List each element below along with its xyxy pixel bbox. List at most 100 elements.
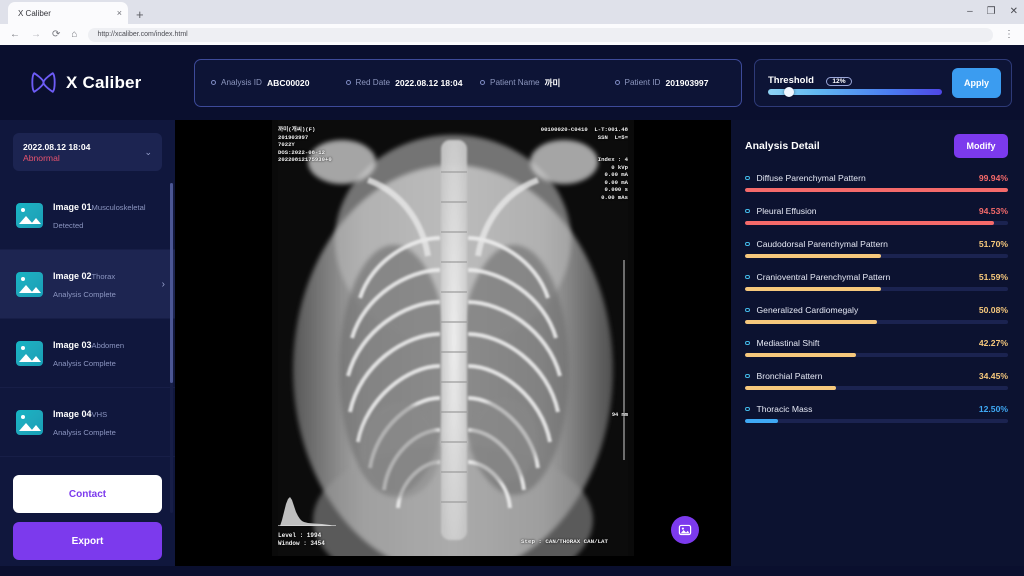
- back-icon[interactable]: ←: [10, 29, 20, 40]
- bullet-icon: [745, 241, 750, 247]
- findings-list: Diffuse Parenchymal Pattern 99.94% Pleural…: [745, 173, 1008, 423]
- meta-patient-name: Patient Name 까미: [468, 77, 603, 89]
- export-button[interactable]: Export: [13, 522, 162, 560]
- finding-row: Generalized Cardiomegaly 50.08%: [745, 305, 1008, 315]
- bullet-icon: [745, 406, 750, 412]
- meta-value: 까미: [544, 77, 561, 88]
- xray-image[interactable]: 까미(개씨)(F) 201903997 7022Y DOS:2022-08-12…: [272, 120, 634, 556]
- new-tab-icon[interactable]: +: [136, 7, 144, 22]
- finding-progress-track: [745, 254, 1008, 258]
- forward-icon[interactable]: →: [31, 29, 41, 40]
- finding-progress-fill: [745, 353, 857, 357]
- threshold-slider-group: Threshold 12%: [768, 70, 942, 97]
- chevron-down-icon: ⌄: [144, 146, 152, 157]
- finding-row: Thoracic Mass 12.50%: [745, 404, 1008, 414]
- xray-viewer[interactable]: 까미(개씨)(F) 201903997 7022Y DOS:2022-08-12…: [175, 120, 731, 566]
- window-close-icon[interactable]: ✕: [1010, 7, 1018, 17]
- finding-progress-fill: [745, 287, 881, 291]
- finding-progress-track: [745, 188, 1008, 192]
- modify-button[interactable]: Modify: [954, 134, 1008, 158]
- xray-overlay-study: 00100020-C0410 L-T:001.48 SSN L=5=: [540, 126, 628, 141]
- finding-item: Generalized Cardiomegaly 50.08%: [745, 305, 1008, 324]
- bullet-icon: [614, 80, 620, 85]
- xcaliber-logo-icon: [30, 69, 57, 96]
- list-item-texts: Image 04VHS Analysis Complete: [53, 404, 165, 440]
- finding-row: Diffuse Parenchymal Pattern 99.94%: [745, 173, 1008, 183]
- xray-overlay-technique: Index : 4 0 kVp 0.00 mA 0.00 mA 0.000 s …: [597, 156, 628, 201]
- list-item[interactable]: Image 02Thorax Analysis Complete ›: [0, 250, 175, 319]
- browser-tabstrip: X Caliber × + – ❐ ✕: [0, 0, 1024, 24]
- list-item-texts: Image 03Abdomen Analysis Complete: [53, 335, 165, 371]
- list-item[interactable]: Image 03Abdomen Analysis Complete: [0, 319, 175, 388]
- finding-progress-track: [745, 353, 1008, 357]
- xray-histogram: [278, 497, 336, 526]
- finding-item: Bronchial Pattern 34.45%: [745, 371, 1008, 390]
- bullet-icon: [745, 274, 750, 280]
- threshold-value-badge: 12%: [826, 77, 852, 86]
- brand-name: X Caliber: [66, 72, 142, 92]
- list-item-title: Image 02: [53, 271, 92, 281]
- analysis-detail-panel: Analysis Detail Modify Diffuse Parenchym…: [731, 120, 1024, 566]
- finding-name: Mediastinal Shift: [756, 338, 820, 348]
- xray-overlay-scale: 94 mm: [611, 412, 628, 418]
- finding-percent: 99.94%: [978, 173, 1008, 183]
- finding-name: Cranioventral Parenchymal Pattern: [756, 272, 891, 282]
- meta-value: 2022.08.12 18:04: [395, 77, 463, 88]
- analysis-title: Analysis Detail: [745, 140, 820, 152]
- minimize-icon[interactable]: –: [967, 7, 973, 17]
- finding-row: Bronchial Pattern 34.45%: [745, 371, 1008, 381]
- finding-progress-fill: [745, 386, 836, 390]
- app-body: 2022.08.12 18:04 Abnormal ⌄ Image 01Musc…: [0, 120, 1024, 576]
- application-root: X Caliber Analysis ID ABC00020 Red Date …: [0, 45, 1024, 576]
- study-date-texts: 2022.08.12 18:04 Abnormal: [23, 142, 144, 163]
- maximize-icon[interactable]: ❐: [987, 7, 996, 17]
- finding-name: Generalized Cardiomegaly: [756, 305, 859, 315]
- bullet-icon: [745, 208, 750, 214]
- apply-button[interactable]: Apply: [952, 67, 1001, 98]
- finding-item: Caudodorsal Parenchymal Pattern 51.70%: [745, 239, 1008, 258]
- contact-button[interactable]: Contact: [13, 475, 162, 513]
- finding-name: Bronchial Pattern: [756, 371, 823, 381]
- address-bar[interactable]: http://xcaliber.com/index.html: [88, 27, 993, 42]
- threshold-label: Threshold: [768, 75, 814, 86]
- finding-progress-fill: [745, 188, 1008, 192]
- study-date-dropdown[interactable]: 2022.08.12 18:04 Abnormal ⌄: [13, 133, 162, 171]
- close-icon[interactable]: ×: [117, 8, 122, 18]
- meta-label: Red Date: [355, 78, 391, 87]
- finding-progress-track: [745, 287, 1008, 291]
- home-icon[interactable]: ⌂: [71, 29, 77, 40]
- xray-render: [272, 120, 634, 556]
- list-item[interactable]: Image 01Musculoskeletal Detected: [0, 181, 175, 250]
- finding-row: Pleural Effusion 94.53%: [745, 206, 1008, 216]
- bullet-icon: [211, 80, 216, 85]
- finding-item: Pleural Effusion 94.53%: [745, 206, 1008, 225]
- image-thumbnail-icon: [16, 409, 43, 435]
- finding-item: Mediastinal Shift 42.27%: [745, 338, 1008, 357]
- list-item-title: Image 04: [53, 409, 92, 419]
- xray-overlay-step: Step : CAN/THORAX CAN/LAT: [521, 538, 608, 546]
- meta-red-date: Red Date 2022.08.12 18:04: [334, 78, 469, 88]
- xray-overlay-patient: 까미(개씨)(F) 201903997 7022Y DOS:2022-08-12…: [278, 126, 332, 164]
- threshold-slider[interactable]: [768, 87, 942, 97]
- list-item-title: Image 01: [53, 202, 92, 212]
- finding-item: Thoracic Mass 12.50%: [745, 404, 1008, 423]
- study-status-badge: Abnormal: [23, 152, 60, 163]
- meta-label: Analysis ID: [221, 78, 262, 87]
- list-item[interactable]: Image 04VHS Analysis Complete: [0, 388, 175, 457]
- bullet-icon: [480, 80, 485, 85]
- sidebar-scrollbar[interactable]: [170, 183, 173, 513]
- list-item-texts: Image 01Musculoskeletal Detected: [53, 197, 165, 233]
- finding-progress-fill: [745, 320, 877, 324]
- sidebar: 2022.08.12 18:04 Abnormal ⌄ Image 01Musc…: [0, 120, 175, 566]
- bullet-icon: [745, 175, 750, 181]
- browser-toolbar: ← → ⟳ ⌂ http://xcaliber.com/index.html ⋮: [0, 24, 1024, 45]
- patient-meta-bar: Analysis ID ABC00020 Red Date 2022.08.12…: [194, 58, 742, 107]
- browser-tab[interactable]: X Caliber ×: [8, 2, 128, 24]
- threshold-slider-handle[interactable]: [783, 87, 794, 97]
- analysis-header: Analysis Detail Modify: [745, 134, 1008, 158]
- finding-name: Thoracic Mass: [756, 404, 813, 414]
- brand: X Caliber: [30, 69, 182, 96]
- image-tool-fab-button[interactable]: [671, 516, 699, 544]
- reload-icon[interactable]: ⟳: [52, 29, 60, 40]
- browser-menu-icon[interactable]: ⋮: [1004, 29, 1014, 40]
